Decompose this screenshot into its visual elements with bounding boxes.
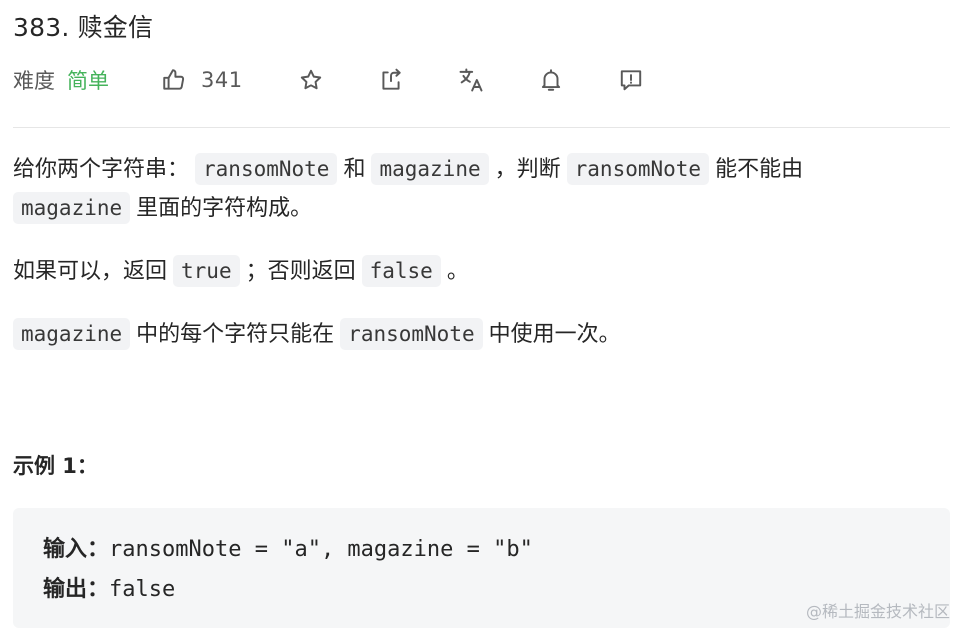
inline-code: false: [361, 255, 441, 287]
text: 和: [343, 157, 366, 182]
difficulty-label: 难度: [13, 69, 55, 93]
translate-button[interactable]: [457, 66, 485, 94]
text: 。: [446, 259, 469, 284]
inline-code: ransomNote: [566, 153, 710, 185]
star-icon: [300, 69, 321, 90]
description-paragraph-3: magazine 中的每个字符只能在 ransomNote 中使用一次。: [13, 315, 953, 354]
share-button[interactable]: [378, 67, 404, 93]
like-button[interactable]: [161, 67, 187, 93]
description-paragraph-2: 如果可以，返回 true ；否则返回 false。: [13, 252, 953, 291]
text: ，判断: [494, 157, 561, 182]
text: ；否则返回: [245, 259, 356, 284]
inline-code: magazine: [13, 318, 131, 350]
text: 中使用一次。: [488, 322, 621, 347]
difficulty-value: 简单: [67, 69, 109, 93]
translate-icon: [459, 68, 483, 92]
example-input-label: 输入：: [43, 537, 110, 562]
inline-code: true: [173, 255, 240, 287]
bell-icon: [541, 69, 560, 91]
inline-code: magazine: [13, 192, 131, 224]
example-output-line: 输出：false: [43, 570, 920, 610]
inline-code: magazine: [371, 153, 489, 185]
problem-meta-bar: 难度 简单 341: [13, 60, 644, 100]
text: 如果可以，返回: [13, 259, 168, 284]
example-output-value: false: [109, 577, 176, 602]
description-paragraph-1: 给你两个字符串： ransomNote 和 magazine ，判断 ransomNote…: [13, 150, 953, 228]
page-title: 383. 赎金信: [13, 13, 154, 42]
thumbs-up-icon: [163, 69, 185, 90]
text: 能不能由: [715, 157, 804, 182]
header-divider: [13, 127, 950, 128]
problem-description: 给你两个字符串： ransomNote 和 magazine ，判断 ransomNote…: [13, 150, 953, 354]
inline-code: ransomNote: [340, 318, 483, 350]
text: 里面的字符构成。: [136, 196, 313, 221]
example-input-value: ransomNote = "a", magazine = "b": [109, 537, 533, 562]
like-count: 341: [201, 68, 243, 92]
problem-page: 383. 赎金信 难度 简单 341 给你两个字符串： ransomNote 和…: [0, 0, 970, 640]
example-input-line: 输入：ransomNote = "a", magazine = "b": [43, 530, 920, 570]
feedback-icon: [620, 70, 641, 91]
feedback-button[interactable]: [618, 67, 644, 93]
inline-code: ransomNote: [195, 153, 338, 185]
example-output-label: 输出：: [43, 577, 110, 602]
example-title: 示例 1：: [13, 454, 98, 478]
notify-button[interactable]: [538, 67, 564, 93]
share-icon: [382, 68, 401, 90]
watermark: @稀土掘金技术社区: [805, 602, 950, 621]
favorite-button[interactable]: [298, 67, 324, 93]
text: 中的每个字符只能在: [136, 322, 335, 347]
text: 给你两个字符串：: [13, 157, 190, 182]
